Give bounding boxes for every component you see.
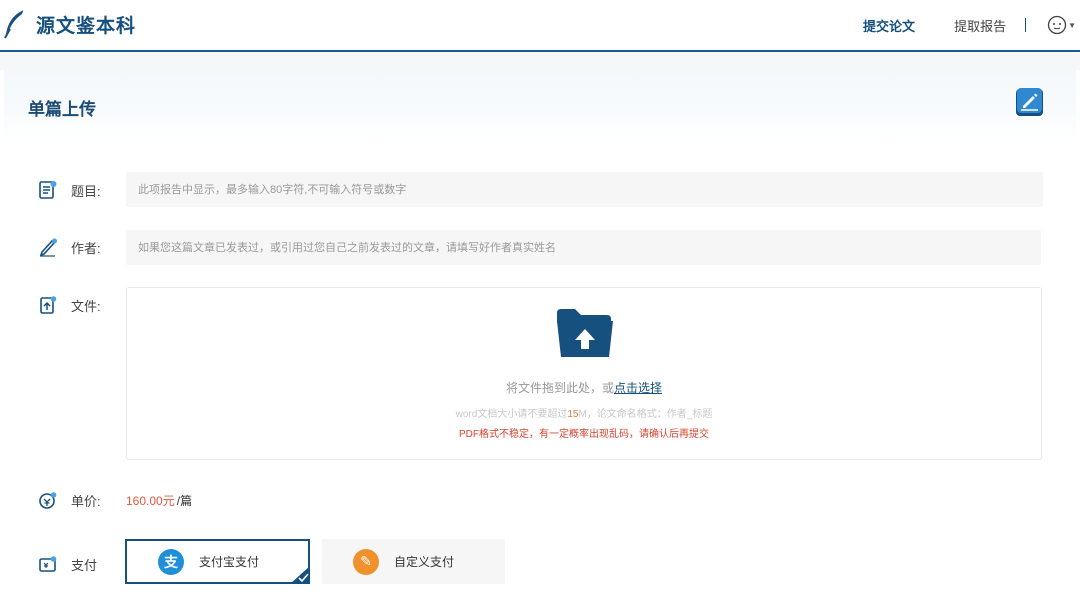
pen-icon (37, 236, 59, 258)
price-label: 单价: (71, 493, 101, 509)
folder-upload-icon (557, 309, 613, 362)
pencil-icon: ✎ (353, 548, 379, 575)
dropzone-instruction: 将文件拖到此处，或点击选择 (127, 379, 1041, 396)
price-icon (37, 489, 59, 511)
price-display: 160.00元 /篇 (126, 492, 192, 509)
upload-file-icon (37, 294, 59, 316)
logo[interactable]: 源文鉴本科 (2, 8, 136, 40)
hint-size-highlight: 15 (567, 409, 579, 420)
title-input[interactable] (126, 172, 1043, 207)
alipay-label: 支付宝支付 (199, 555, 260, 569)
custom-pay-label: 自定义支付 (394, 555, 455, 569)
file-dropzone[interactable]: 将文件拖到此处，或点击选择 word文档大小请不要超过15M，论文命名格式：作者… (126, 287, 1042, 460)
dropzone-main-text: 将文件拖到此处，或 (505, 381, 614, 395)
alipay-icon: 支 (158, 548, 184, 575)
chevron-down-icon: ▼ (1068, 20, 1076, 30)
author-row-label: 作者: (37, 236, 101, 258)
pdf-warning: PDF格式不稳定，有一定概率出现乱码，请确认后再提交 (459, 429, 709, 440)
header-divider-band (0, 52, 1080, 70)
click-select-link[interactable]: 点击选择 (614, 381, 662, 395)
top-nav: 提交论文 提取报告 ▼ (863, 0, 1080, 50)
author-input[interactable] (126, 230, 1041, 265)
feather-logo-icon (4, 9, 25, 39)
title-label: 题目: (71, 183, 101, 199)
price-unit: /篇 (176, 494, 193, 508)
hint-suffix: M，论文命名格式：作者_标题 (578, 409, 713, 420)
author-label: 作者: (71, 240, 101, 256)
pay-label: 支付 (71, 557, 98, 573)
hint-prefix: word文档大小请不要超过 (455, 409, 568, 420)
nav-get-report[interactable]: 提取报告 (954, 16, 1006, 35)
user-menu[interactable]: ▼ (1047, 15, 1076, 35)
file-row-label: 文件: (37, 294, 101, 316)
price-row-label: 单价: (37, 489, 101, 511)
top-header: 源文鉴本科 提交论文 提取报告 ▼ (0, 0, 1080, 52)
nav-submit-paper[interactable]: 提交论文 (863, 16, 915, 35)
face-avatar-icon (1047, 15, 1067, 35)
wallet-icon (37, 553, 59, 575)
edit-icon[interactable] (1016, 88, 1044, 121)
nav-separator (1025, 18, 1027, 32)
alipay-option[interactable]: 支 支付宝支付 (125, 539, 310, 584)
document-icon (37, 179, 59, 201)
selected-check-icon (290, 566, 310, 584)
page-title-bar: 单篇上传 (4, 70, 1076, 138)
dropzone-hint: word文档大小请不要超过15M，论文命名格式：作者_标题 (127, 405, 1041, 420)
title-row-label: 题目: (37, 179, 101, 201)
page-title: 单篇上传 (28, 100, 96, 119)
price-value: 160.00元 (126, 494, 175, 508)
file-label: 文件: (71, 298, 101, 314)
logo-text: 源文鉴本科 (36, 15, 137, 37)
custom-pay-option[interactable]: ✎ 自定义支付 (322, 539, 505, 584)
pay-row-label: 支付 (37, 553, 97, 575)
